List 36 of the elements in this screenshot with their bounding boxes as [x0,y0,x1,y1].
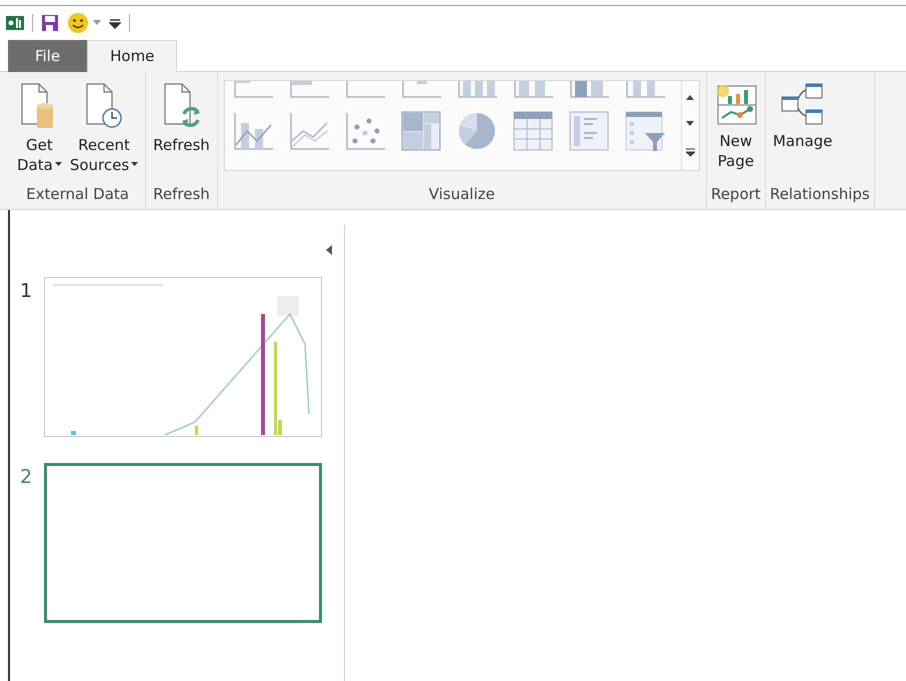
group-label: Relationships [768,184,871,204]
group-label: External Data [25,184,130,204]
matrix-icon[interactable] [568,111,609,151]
ribbon-button[interactable]: Get Data [14,82,65,175]
group-label: Refresh [152,184,211,204]
ribbon-button[interactable]: Manage [770,82,836,151]
page-thumbnail[interactable] [44,463,322,623]
smiley-icon[interactable] [67,12,91,34]
slicer-filter-icon[interactable] [624,111,665,151]
ribbon-button[interactable]: New Page [710,82,761,171]
ribbon-button[interactable]: Refresh [150,82,213,155]
pie-chart-icon[interactable] [456,111,497,151]
expand-gallery-icon[interactable] [686,148,695,158]
line-column-chart-icon[interactable] [232,111,273,151]
dropdown-caret-icon [131,162,138,167]
save-icon[interactable] [41,14,59,32]
app-logo-icon[interactable] [6,14,24,32]
page-number: 2 [20,465,34,490]
ribbon-tab[interactable]: File [8,40,88,72]
line-chart-icon[interactable] [288,111,329,151]
ribbon-tab[interactable]: Home [87,40,178,72]
document-refresh-icon [162,82,202,130]
table-icon[interactable] [512,111,553,151]
treemap-icon[interactable] [400,111,441,151]
page-number: 1 [20,279,34,304]
group-label: Report [710,184,762,204]
scroll-down-icon[interactable] [686,120,694,127]
customize-toolbar-icon[interactable] [109,17,121,29]
scatter-chart-icon[interactable] [344,111,385,151]
document-clock-icon [84,82,124,130]
collapse-panel-icon[interactable] [326,245,332,255]
ribbon-button[interactable]: Recent Sources [66,82,142,175]
scroll-up-icon[interactable] [686,94,694,100]
dropdown-caret-icon [54,162,62,167]
group-label: Visualize [428,184,496,204]
dropdown-caret-icon[interactable] [93,20,101,26]
